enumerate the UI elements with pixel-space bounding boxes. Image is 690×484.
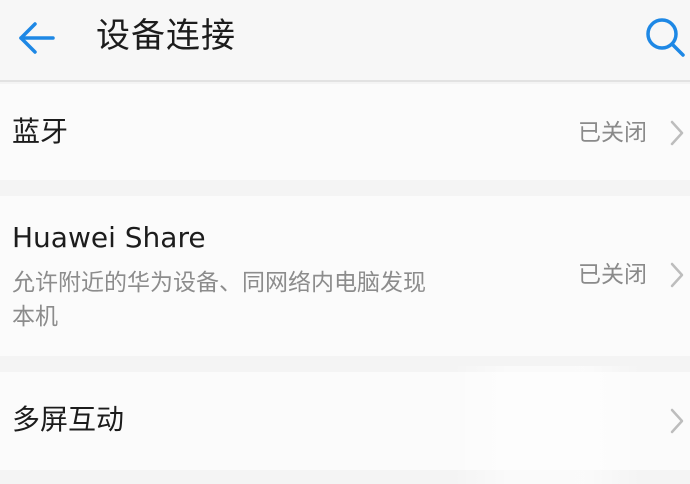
chevron-right-icon — [670, 408, 684, 434]
device-connection-screen: 设备连接 蓝牙 已关闭 Huawei Share 允许附近的华为设备、同网络内电… — [0, 0, 690, 484]
huawei-share-label: Huawei Share — [12, 221, 206, 254]
app-bar: 设备连接 — [0, 0, 690, 82]
bluetooth-label: 蓝牙 — [12, 115, 69, 148]
search-button[interactable] — [640, 12, 690, 62]
chevron-right-icon — [670, 120, 684, 146]
bluetooth-setting-row[interactable]: 蓝牙 已关闭 — [0, 84, 690, 180]
multi-screen-setting-row[interactable]: 多屏互动 — [0, 372, 690, 470]
huawei-share-description: 允许附近的华为设备、同网络内电脑发现本机 — [12, 270, 426, 330]
chevron-right-icon — [670, 262, 684, 288]
back-arrow-icon — [19, 22, 55, 54]
huawei-share-setting-row[interactable]: Huawei Share 允许附近的华为设备、同网络内电脑发现本机 已关闭 — [0, 196, 690, 356]
back-button[interactable] — [10, 12, 62, 64]
page-title: 设备连接 — [96, 16, 236, 56]
bluetooth-status: 已关闭 — [578, 120, 647, 146]
search-icon — [646, 18, 685, 57]
multi-screen-label: 多屏互动 — [12, 403, 125, 436]
huawei-share-status: 已关闭 — [578, 262, 647, 288]
